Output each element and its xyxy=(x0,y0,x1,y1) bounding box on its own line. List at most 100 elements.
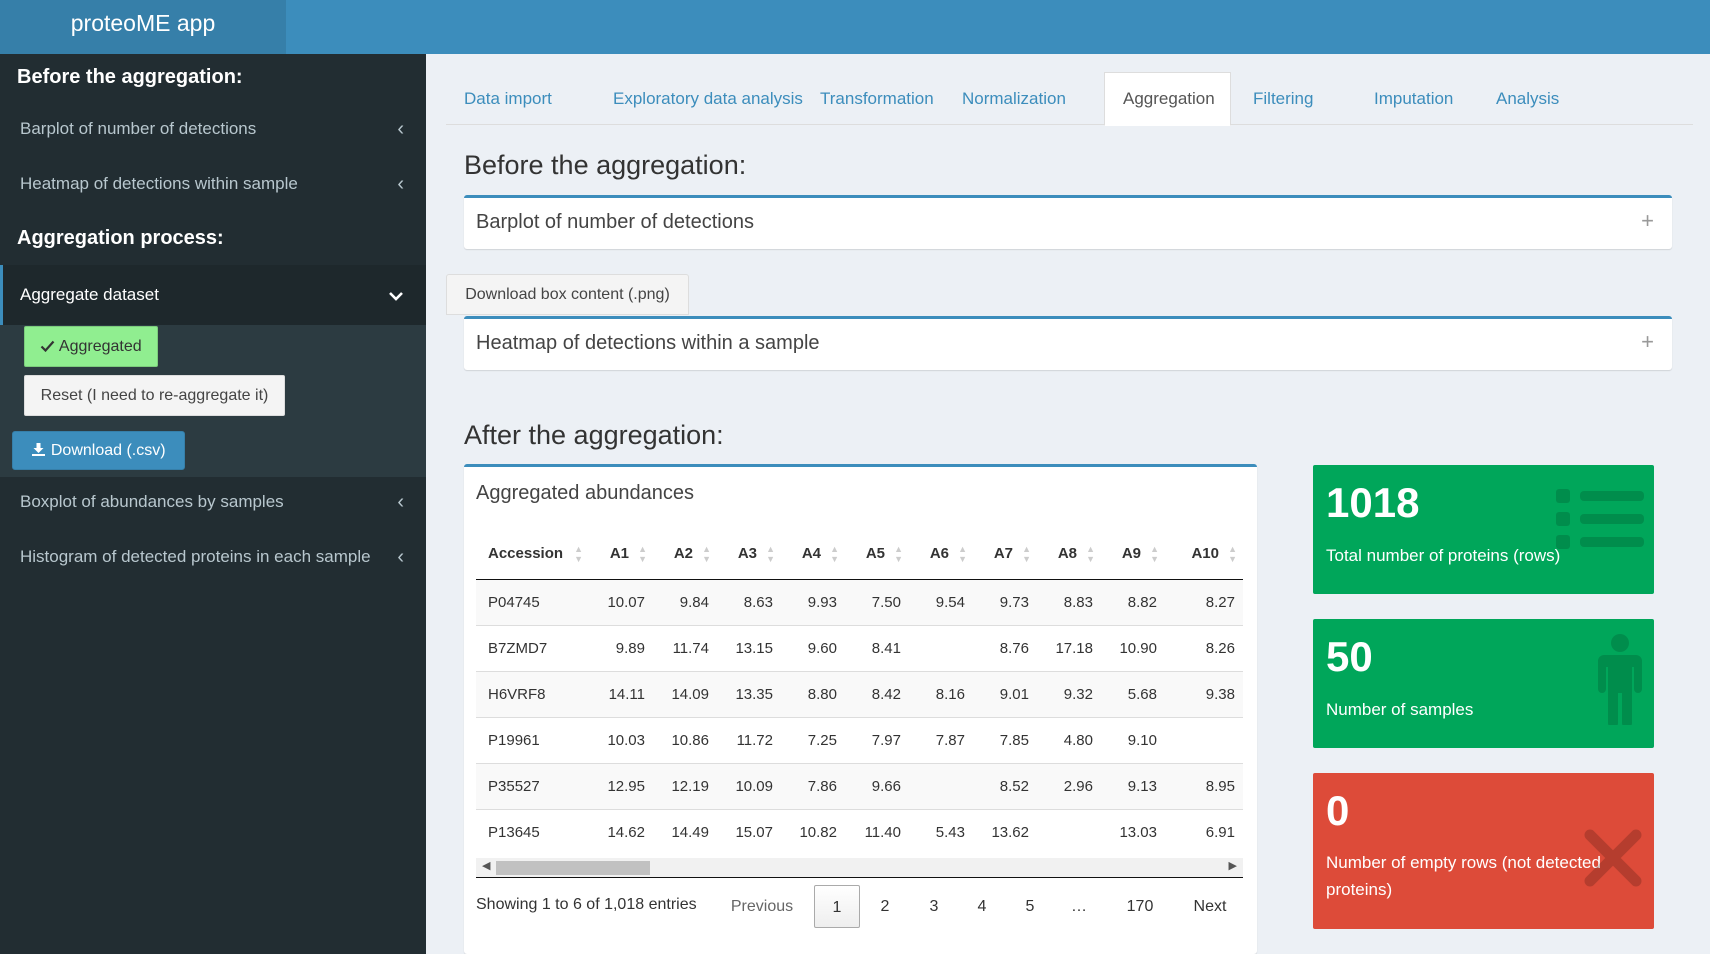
abundance-cell: 9.32 xyxy=(1037,670,1101,717)
tab-data-import[interactable]: Data import xyxy=(446,72,570,125)
table-row[interactable]: B7ZMD7 9.89 11.74 13.15 9.60 8.41 8.76 17.18 10.… xyxy=(476,624,1243,671)
sort-icon: ▲ ▼ xyxy=(766,544,775,564)
table-scroll-area[interactable]: Accession ▲ ▼ A1 ▲ ▼ A2 ▲ ▼ A3 ▲ ▼ A4 ▲ ▼ A5 ▲ ▼ A6 ▲… xyxy=(476,529,1243,855)
reset-button[interactable]: Reset (I need to re-aggregate it) xyxy=(24,375,285,416)
download-csv-label: Download (.csv) xyxy=(50,442,166,459)
abundance-cell: 8.26 xyxy=(1165,624,1243,671)
column-header-a5[interactable]: A5 ▲ ▼ xyxy=(845,529,909,580)
tab-exploratory-data-analysis[interactable]: Exploratory data analysis xyxy=(595,72,821,125)
abundance-cell: 13.35 xyxy=(717,670,781,717)
barplot-box-title: Barplot of number of detections xyxy=(476,211,754,233)
tab-imputation[interactable]: Imputation xyxy=(1356,72,1471,125)
abundance-cell: 9.60 xyxy=(781,624,845,671)
tab-transformation[interactable]: Transformation xyxy=(802,72,952,125)
abundance-cell: 8.27 xyxy=(1165,578,1243,625)
pager-next[interactable]: Next xyxy=(1190,885,1230,928)
sort-icon: ▲ ▼ xyxy=(574,544,583,564)
table-row[interactable]: P35527 12.95 12.19 10.09 7.86 9.66 8.52 2.96 9.1… xyxy=(476,762,1243,809)
column-header-a10[interactable]: A10 ▲ ▼ xyxy=(1165,529,1243,580)
abundance-cell: 7.86 xyxy=(781,762,845,809)
abundance-cell: 14.11 xyxy=(589,670,653,717)
sort-icon: ▲ ▼ xyxy=(1086,544,1095,564)
chevron-left-icon: ‹ xyxy=(397,118,404,140)
column-header-accession[interactable]: Accession ▲ ▼ xyxy=(476,529,589,580)
scroll-left-arrow-icon[interactable]: ◀ xyxy=(482,859,490,872)
abundance-cell xyxy=(909,624,973,671)
accession-cell: B7ZMD7 xyxy=(476,624,589,671)
download-csv-button[interactable]: Download (.csv) xyxy=(12,431,185,470)
check-icon xyxy=(41,340,55,353)
abundance-cell: 6.91 xyxy=(1165,808,1243,855)
sort-icon: ▲ ▼ xyxy=(958,544,967,564)
value-box-value: 50 xyxy=(1326,633,1373,680)
abundance-cell xyxy=(1037,808,1101,855)
sidebar-item-label: Boxplot of abundances by samples xyxy=(20,492,284,511)
scroll-right-arrow-icon[interactable]: ▶ xyxy=(1229,859,1237,872)
aggregated-button[interactable]: Aggregated xyxy=(24,326,158,367)
pager-previous[interactable]: Previous xyxy=(725,885,799,928)
sidebar-item-histogram[interactable]: Histogram of detected proteins in each s… xyxy=(0,532,426,582)
abundance-cell: 14.09 xyxy=(653,670,717,717)
abundance-cell: 8.52 xyxy=(973,762,1037,809)
column-header-a8[interactable]: A8 ▲ ▼ xyxy=(1037,529,1101,580)
sidebar-item-label: Histogram of detected proteins in each s… xyxy=(20,547,371,566)
abundance-cell: 8.83 xyxy=(1037,578,1101,625)
pager-page-5[interactable]: 5 xyxy=(1017,885,1043,928)
pager-page-4[interactable]: 4 xyxy=(969,885,995,928)
pager-page-170[interactable]: 170 xyxy=(1122,885,1158,928)
expand-plus-icon[interactable]: + xyxy=(1641,208,1654,234)
tab-filtering[interactable]: Filtering xyxy=(1235,72,1331,125)
sidebar-item-aggregate-dataset[interactable]: Aggregate dataset xyxy=(0,265,426,325)
abundance-cell xyxy=(1165,716,1243,763)
abundance-cell: 8.42 xyxy=(845,670,909,717)
abundance-cell: 5.68 xyxy=(1101,670,1165,717)
column-header-a3[interactable]: A3 ▲ ▼ xyxy=(717,529,781,580)
column-header-a7[interactable]: A7 ▲ ▼ xyxy=(973,529,1037,580)
value-box-value: 0 xyxy=(1326,787,1350,834)
value-box-value: 1018 xyxy=(1326,479,1420,526)
sidebar-item-boxplot[interactable]: Boxplot of abundances by samples ‹ xyxy=(0,477,426,527)
value-box-label: Total number of proteins (rows) xyxy=(1326,546,1561,565)
scrollbar-thumb[interactable] xyxy=(496,861,650,875)
list-icon xyxy=(1556,489,1644,549)
pager-page-2[interactable]: 2 xyxy=(872,885,898,928)
abundance-cell: 10.86 xyxy=(653,716,717,763)
abundance-cell: 13.03 xyxy=(1101,808,1165,855)
column-header-a4[interactable]: A4 ▲ ▼ xyxy=(781,529,845,580)
horizontal-scrollbar[interactable]: ◀ ▶ xyxy=(476,858,1243,878)
expand-plus-icon[interactable]: + xyxy=(1641,329,1654,355)
column-header-a1[interactable]: A1 ▲ ▼ xyxy=(589,529,653,580)
after-aggregation-title: After the aggregation: xyxy=(464,420,724,450)
table-row[interactable]: P13645 14.62 14.49 15.07 10.82 11.40 5.43 13.62… xyxy=(476,808,1243,855)
table-row[interactable]: P19961 10.03 10.86 11.72 7.25 7.97 7.87 7.85 4.8… xyxy=(476,716,1243,763)
tab-analysis[interactable]: Analysis xyxy=(1478,72,1577,125)
abundance-cell: 13.15 xyxy=(717,624,781,671)
abundance-cell: 11.72 xyxy=(717,716,781,763)
app-title[interactable]: proteoME app xyxy=(0,0,286,54)
abundance-cell: 7.25 xyxy=(781,716,845,763)
column-header-a6[interactable]: A6 ▲ ▼ xyxy=(909,529,973,580)
pager-page-1[interactable]: 1 xyxy=(814,885,860,928)
table-info-text: Showing 1 to 6 of 1,018 entries xyxy=(476,896,697,913)
tab-aggregation[interactable]: Aggregation xyxy=(1104,72,1231,126)
sidebar-item-heatmap[interactable]: Heatmap of detections within sample ‹ xyxy=(0,159,426,209)
column-header-a2[interactable]: A2 ▲ ▼ xyxy=(653,529,717,580)
pager-page-3[interactable]: 3 xyxy=(921,885,947,928)
abundance-cell: 5.43 xyxy=(909,808,973,855)
sidebar-item-barplot[interactable]: Barplot of number of detections ‹ xyxy=(0,104,426,154)
abundance-cell: 9.89 xyxy=(589,624,653,671)
accession-cell: P04745 xyxy=(476,578,589,625)
abundance-cell: 8.95 xyxy=(1165,762,1243,809)
tab-normalization[interactable]: Normalization xyxy=(944,72,1084,125)
sidebar-item-label: Aggregate dataset xyxy=(20,285,159,304)
column-header-a9[interactable]: A9 ▲ ▼ xyxy=(1101,529,1165,580)
abundance-cell: 11.74 xyxy=(653,624,717,671)
value-box-label: Number of samples xyxy=(1326,700,1474,719)
person-icon xyxy=(1598,634,1642,725)
value-box-total-proteins: 1018 Total number of proteins (rows) xyxy=(1313,465,1654,594)
table-row[interactable]: H6VRF8 14.11 14.09 13.35 8.80 8.42 8.16 9.01 9.3… xyxy=(476,670,1243,717)
abundance-cell: 13.62 xyxy=(973,808,1037,855)
download-box-content-button[interactable]: Download box content (.png) xyxy=(446,274,689,315)
table-row[interactable]: P04745 10.07 9.84 8.63 9.93 7.50 9.54 9.73 8.83 8… xyxy=(476,578,1243,625)
download-icon xyxy=(32,443,46,456)
